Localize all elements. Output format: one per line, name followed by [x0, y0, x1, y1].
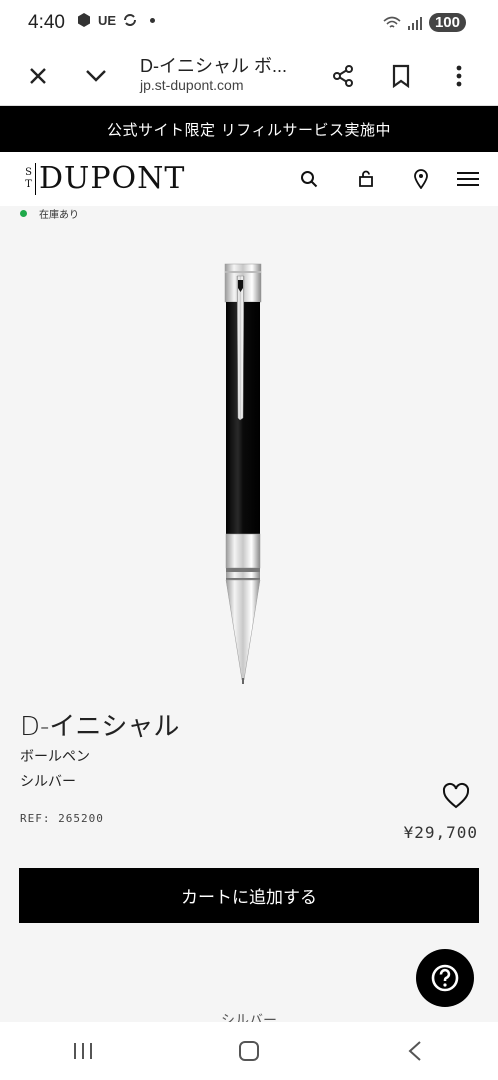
minimize-button[interactable]	[76, 56, 116, 96]
home-button[interactable]	[166, 1022, 332, 1080]
dot-icon	[150, 17, 156, 23]
product-image[interactable]	[222, 262, 264, 686]
browser-toolbar: D-イニシャル ボ... jp.st-dupont.com	[0, 48, 498, 106]
product-ref: REF: 265200	[20, 812, 104, 825]
help-button[interactable]	[416, 949, 474, 1007]
more-icon	[456, 65, 462, 87]
signal-icon	[407, 16, 422, 30]
announcement-banner[interactable]: 公式サイト限定 リフィルサービス実施中	[0, 106, 498, 152]
cube-icon	[78, 13, 90, 27]
next-section-label: シルバー	[221, 1013, 277, 1022]
share-icon	[333, 65, 353, 87]
status-time: 4:40	[28, 12, 65, 33]
logo-text: DUPONT	[39, 161, 186, 196]
chevron-down-icon	[86, 70, 106, 82]
brand-logo[interactable]: S T DUPONT	[24, 162, 185, 196]
cart-button[interactable]	[352, 165, 380, 193]
search-button[interactable]	[295, 165, 323, 193]
carrier-label: UE	[98, 12, 117, 28]
product-type: ボールペン	[20, 749, 90, 765]
site-header: S T DUPONT	[0, 152, 498, 206]
location-icon	[414, 169, 428, 189]
stock-label: 在庫あり	[39, 210, 79, 221]
recent-apps-button[interactable]	[0, 1022, 166, 1080]
sync-icon	[124, 14, 137, 26]
stock-status: 在庫あり	[20, 206, 79, 221]
announcement-text: 公式サイト限定 リフィルサービス実施中	[107, 120, 391, 139]
store-locator-button[interactable]	[407, 165, 435, 193]
heart-icon	[442, 782, 470, 809]
bookmark-button[interactable]	[381, 56, 421, 96]
status-bar: 4:40 UE 100	[0, 0, 498, 48]
bag-icon	[359, 170, 373, 187]
wifi-icon	[383, 16, 401, 28]
close-icon	[30, 68, 46, 84]
menu-icon	[457, 172, 479, 186]
close-tab-button[interactable]	[18, 56, 58, 96]
search-icon	[301, 171, 318, 188]
bookmark-icon	[392, 64, 410, 88]
logo-st-bottom: T	[25, 179, 32, 190]
add-to-cart-button[interactable]: カートに追加する	[19, 868, 479, 923]
back-button[interactable]	[332, 1022, 498, 1080]
battery-indicator: 100	[428, 13, 466, 32]
page-url[interactable]: jp.st-dupont.com	[140, 77, 244, 93]
page-title[interactable]: D-イニシャル ボ...	[140, 52, 287, 78]
logo-st-top: S	[25, 167, 32, 178]
product-color: シルバー	[20, 774, 76, 790]
share-button[interactable]	[323, 56, 363, 96]
stock-indicator-icon	[20, 210, 27, 217]
recent-apps-icon	[74, 1043, 92, 1059]
favorite-button[interactable]	[441, 782, 471, 812]
status-icons: UE	[76, 12, 156, 28]
product-price: ¥29,700	[403, 823, 478, 842]
status-right: 100	[383, 13, 466, 32]
more-options-button[interactable]	[439, 56, 479, 96]
back-icon	[408, 1041, 421, 1061]
menu-button[interactable]	[454, 165, 482, 193]
home-icon	[239, 1041, 259, 1061]
help-icon	[431, 964, 459, 992]
product-name: D-イニシャル	[20, 712, 180, 742]
logo-st-mark: S T	[24, 163, 36, 195]
system-nav-bar	[0, 1022, 498, 1080]
